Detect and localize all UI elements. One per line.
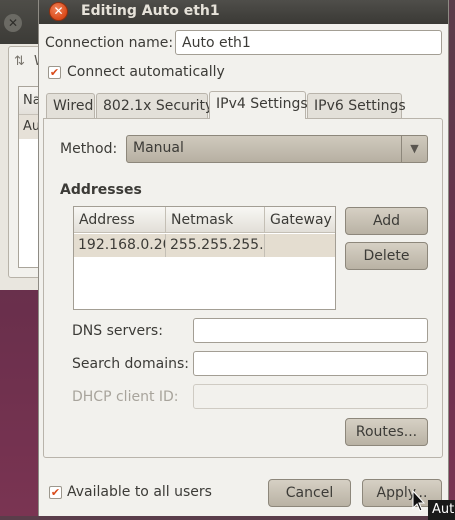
- netmask-cell[interactable]: 255.255.255.0: [166, 234, 265, 257]
- dialog-title: Editing Auto eth1: [81, 3, 220, 19]
- method-label: Method:: [60, 141, 118, 157]
- connection-name-field[interactable]: [175, 30, 442, 55]
- mouse-cursor-icon: [412, 490, 426, 512]
- address-cell[interactable]: 192.168.0.20: [74, 234, 166, 257]
- addresses-table-header: Address Netmask Gateway: [74, 207, 335, 233]
- dhcp-client-id-field: [193, 384, 428, 409]
- search-domains-label: Search domains:: [72, 356, 189, 372]
- column-header-netmask[interactable]: Netmask: [166, 207, 265, 233]
- connect-automatically-checkbox[interactable]: ✔: [48, 66, 61, 79]
- edit-connection-dialog: ✕ Editing Auto eth1 Connection name: ✔ C…: [38, 0, 449, 516]
- tooltip: Aut: [428, 500, 455, 520]
- routes-button[interactable]: Routes...: [345, 418, 428, 446]
- available-to-all-users-label: Available to all users: [67, 484, 212, 500]
- addresses-table[interactable]: Address Netmask Gateway 192.168.0.20 255…: [73, 206, 336, 310]
- add-button[interactable]: Add: [345, 207, 428, 235]
- dropdown-arrow-icon: ▼: [401, 136, 427, 162]
- available-to-all-users-checkbox[interactable]: ✔: [49, 486, 62, 499]
- addresses-heading: Addresses: [60, 182, 142, 198]
- method-value: Manual: [133, 140, 184, 156]
- search-domains-field[interactable]: [193, 351, 428, 376]
- tab-8021x-security[interactable]: 802.1x Security: [96, 93, 213, 119]
- tab-ipv6-settings[interactable]: IPv6 Settings: [307, 93, 406, 119]
- method-dropdown[interactable]: Manual ▼: [126, 135, 428, 163]
- dhcp-client-id-label: DHCP client ID:: [72, 389, 179, 405]
- close-icon[interactable]: ✕: [49, 2, 68, 21]
- dns-servers-field[interactable]: [193, 318, 428, 343]
- background-close-icon[interactable]: ✕: [4, 14, 22, 32]
- background-network-icon: ⇅: [14, 54, 25, 69]
- column-header-address[interactable]: Address: [74, 207, 166, 233]
- delete-button[interactable]: Delete: [345, 242, 428, 270]
- dns-servers-label: DNS servers:: [72, 323, 163, 339]
- gateway-cell[interactable]: [265, 234, 335, 257]
- tab-wired[interactable]: Wired: [46, 93, 95, 119]
- cancel-button[interactable]: Cancel: [268, 479, 351, 507]
- dialog-titlebar[interactable]: ✕ Editing Auto eth1: [39, 0, 448, 24]
- tab-ipv4-settings[interactable]: IPv4 Settings: [209, 91, 308, 119]
- connect-automatically-label: Connect automatically: [67, 64, 225, 80]
- connection-name-label: Connection name:: [45, 35, 174, 51]
- table-row[interactable]: 192.168.0.20 255.255.255.0: [74, 234, 335, 257]
- column-header-gateway[interactable]: Gateway: [265, 207, 335, 233]
